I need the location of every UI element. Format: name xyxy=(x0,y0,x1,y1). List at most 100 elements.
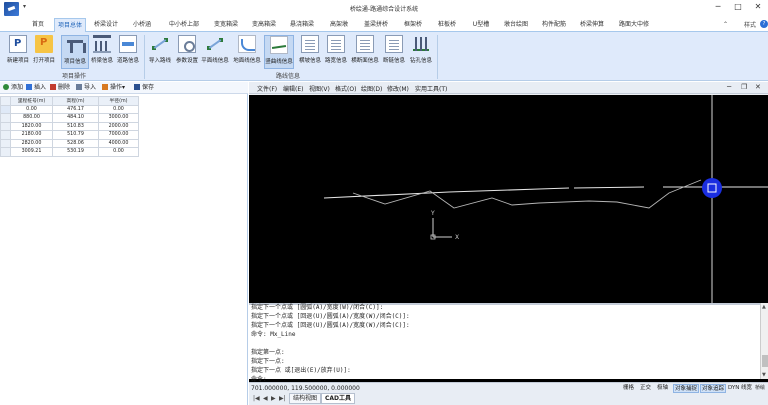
table-row[interactable]: 2820.00 528.06 4000.00 xyxy=(0,138,139,148)
menu-file[interactable]: 文件(F) xyxy=(257,84,277,93)
table-cell[interactable]: 0.00 xyxy=(98,104,139,114)
table-cell[interactable]: 4000.00 xyxy=(98,138,139,148)
tab-var-width-box[interactable]: 变宽箱梁 xyxy=(210,18,242,32)
dyn-toggle[interactable]: DYN xyxy=(727,384,740,393)
table-cell[interactable]: 2000.00 xyxy=(98,121,139,131)
table-row[interactable]: 1820.00 510.83 2000.00 xyxy=(0,121,139,131)
row-header[interactable] xyxy=(0,147,11,157)
import-route-button[interactable]: 导入路线 xyxy=(146,35,174,69)
plane-line-button[interactable]: 平面线信息 xyxy=(201,35,229,69)
prev-tab-icon[interactable]: ◀ xyxy=(263,395,268,402)
menu-tools[interactable]: 实用工具(T) xyxy=(415,84,447,93)
open-project-button[interactable]: 打开项目 xyxy=(30,35,58,69)
object-snap-toggle[interactable]: 对象捕捉 xyxy=(673,384,700,393)
table-cell[interactable]: 510.83 xyxy=(52,121,99,131)
tab-project-overall[interactable]: 项目总体 xyxy=(54,18,86,33)
new-project-button[interactable]: 新建项目 xyxy=(4,35,32,69)
table-cell[interactable]: 528.06 xyxy=(52,138,99,148)
cad-restore-button[interactable]: ❐ xyxy=(741,83,747,91)
tab-cantilever-box[interactable]: 悬浇箱梁 xyxy=(286,18,318,32)
tab-home[interactable]: 首页 xyxy=(24,18,52,32)
grid-toggle[interactable]: 栅格 xyxy=(622,384,635,393)
polar-toggle[interactable]: 极轴 xyxy=(656,384,669,393)
tab-elevated-pier[interactable]: 高架墩 xyxy=(326,18,352,32)
table-row[interactable]: 0.00 476.17 0.00 xyxy=(0,104,139,114)
tab-rebar[interactable]: 构件配筋 xyxy=(538,18,570,32)
road-info-button[interactable]: 道路信息 xyxy=(114,35,142,69)
save-button[interactable]: 保存 xyxy=(134,83,154,93)
column-header[interactable]: 高程(m) xyxy=(52,96,99,106)
tab-abutment-drawing[interactable]: 墩台绘图 xyxy=(500,18,532,32)
ground-line-button[interactable]: 地面线信息 xyxy=(233,35,261,69)
table-cell[interactable]: 7000.00 xyxy=(98,130,139,140)
table-cell[interactable]: 2820.00 xyxy=(10,138,53,148)
scroll-down-icon[interactable]: ▼ xyxy=(762,372,766,378)
table-cell[interactable]: 1820.00 xyxy=(10,121,53,131)
menu-draw[interactable]: 绘图(D) xyxy=(361,84,382,93)
last-tab-icon[interactable]: ▶| xyxy=(279,395,286,402)
tab-var-height-box[interactable]: 变高箱梁 xyxy=(248,18,280,32)
object-track-toggle[interactable]: 对象追踪 xyxy=(700,384,727,393)
row-header[interactable] xyxy=(0,138,11,148)
table-cell[interactable]: 0.00 xyxy=(10,104,53,114)
tab-small-culvert[interactable]: 小桥涵 xyxy=(130,18,154,32)
table-cell[interactable]: 530.19 xyxy=(52,147,99,157)
tab-pile-slab[interactable]: 桩板桥 xyxy=(434,18,460,32)
menu-format[interactable]: 格式(O) xyxy=(335,84,356,93)
tab-u-groove[interactable]: U型槽 xyxy=(468,18,494,32)
tab-frame-bridge[interactable]: 框架桥 xyxy=(400,18,426,32)
table-cell[interactable]: 2180.00 xyxy=(10,130,53,140)
scroll-thumb[interactable] xyxy=(762,355,768,367)
menu-view[interactable]: 视图(V) xyxy=(309,84,330,93)
tab-pavement-repair[interactable]: 路面大中修 xyxy=(614,18,654,32)
operate-menu-button[interactable]: 操作▾ xyxy=(102,83,125,93)
column-header[interactable]: 半径(m) xyxy=(98,96,139,106)
tab-cad-tools[interactable]: CAD工具 xyxy=(321,393,356,404)
road-width-button[interactable]: 路宽信息 xyxy=(322,35,350,69)
maximize-button[interactable]: □ xyxy=(728,0,748,14)
command-scrollbar[interactable]: ▲ ▼ xyxy=(760,303,768,379)
close-button[interactable]: ✕ xyxy=(748,0,768,14)
table-row[interactable]: 880.00 484.10 3000.00 xyxy=(0,113,139,123)
table-cell[interactable]: 3000.00 xyxy=(98,113,139,123)
bridge-tool-toggle[interactable]: 桥绘通 xyxy=(754,384,768,400)
tab-structure-view[interactable]: 结构视图 xyxy=(289,393,322,404)
cross-slope-button[interactable]: 横坡信息 xyxy=(296,35,324,69)
project-info-button[interactable]: 项目信息 xyxy=(61,35,89,69)
lineweight-toggle[interactable]: 线宽 xyxy=(740,384,753,393)
params-button[interactable]: 参数设置 xyxy=(173,35,201,69)
import-button[interactable]: 导入 xyxy=(76,83,96,93)
tab-small-bridge-upper[interactable]: 中小桥上部 xyxy=(164,18,204,32)
command-window[interactable]: 指定下一个点或 [圆弧(A)/宽度(W)/闭合(C)]: 指定下一个点或 [回退… xyxy=(249,303,761,383)
row-header[interactable] xyxy=(0,130,11,140)
row-header[interactable] xyxy=(0,113,11,123)
add-button[interactable]: 添加 xyxy=(3,83,23,93)
tab-cap-beam[interactable]: 盖梁拼桥 xyxy=(360,18,392,32)
tab-bridge-calc[interactable]: 桥梁伸算 xyxy=(576,18,608,32)
bridge-info-button[interactable]: 桥梁信息 xyxy=(88,35,116,69)
chain-break-button[interactable]: 断链信息 xyxy=(380,35,408,69)
table-cell[interactable]: 476.17 xyxy=(52,104,99,114)
row-header[interactable] xyxy=(0,104,11,114)
table-cell[interactable]: 3009.21 xyxy=(10,147,53,157)
next-tab-icon[interactable]: ▶ xyxy=(271,395,276,402)
ortho-toggle[interactable]: 正交 xyxy=(639,384,652,393)
table-cell[interactable]: 484.10 xyxy=(52,113,99,123)
cad-minimize-button[interactable]: ─ xyxy=(727,83,731,91)
style-menu[interactable]: 样式 xyxy=(744,20,756,29)
menu-modify[interactable]: 修改(M) xyxy=(387,84,409,93)
table-cell[interactable]: 880.00 xyxy=(10,113,53,123)
borehole-button[interactable]: 钻孔信息 xyxy=(407,35,435,69)
vertical-curve-button[interactable]: 竖曲线信息 xyxy=(264,35,294,69)
table-cell[interactable]: 0.00 xyxy=(98,147,139,157)
table-row[interactable]: 3009.21 530.19 0.00 xyxy=(0,147,139,157)
column-header[interactable]: 里程桩号(m) xyxy=(10,96,53,106)
minimize-button[interactable]: ─ xyxy=(708,0,728,14)
table-cell[interactable]: 510.79 xyxy=(52,130,99,140)
row-header[interactable] xyxy=(0,121,11,131)
first-tab-icon[interactable]: |◀ xyxy=(253,395,260,402)
cad-close-button[interactable]: ✕ xyxy=(755,83,761,91)
cross-section-button[interactable]: 横断面信息 xyxy=(350,35,380,69)
tab-bridge-design[interactable]: 桥梁设计 xyxy=(90,18,122,32)
table-row[interactable]: 2180.00 510.79 7000.00 xyxy=(0,130,139,140)
